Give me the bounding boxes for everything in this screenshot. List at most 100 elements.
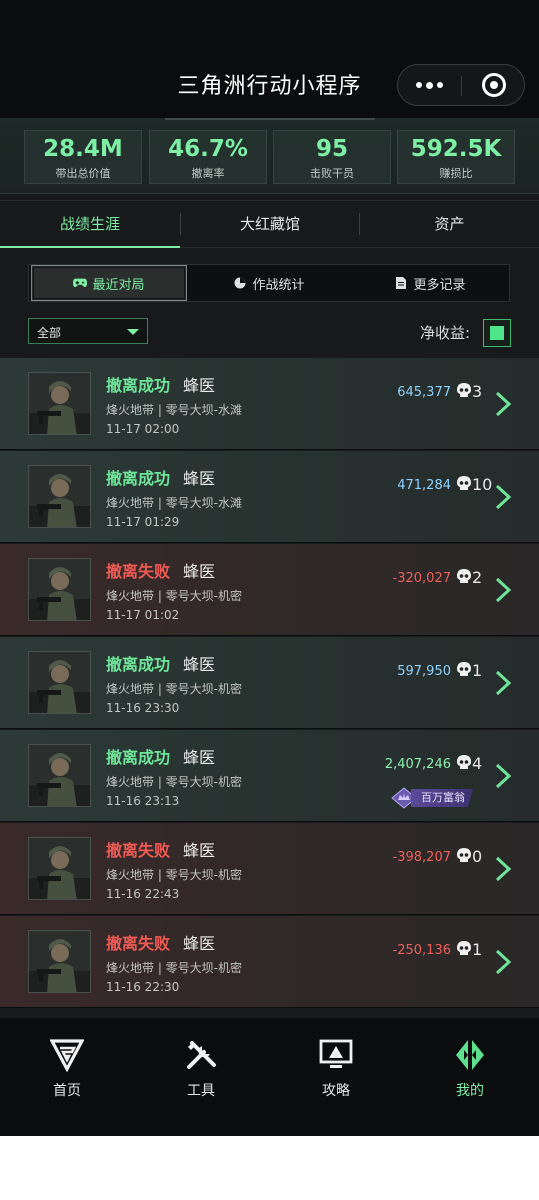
stat-kills: 95 击败干员 xyxy=(273,130,391,184)
net-income-value: -320,027 xyxy=(392,571,451,586)
operator-avatar xyxy=(28,651,91,714)
net-income-value: 471,284 xyxy=(397,478,451,493)
tab-collection[interactable]: 大红藏馆 xyxy=(181,201,359,247)
map-info: 烽火地带 | 零号大坝-机密 xyxy=(106,775,243,789)
millionaire-badge: 百万富翁 xyxy=(391,787,473,809)
nav-guides[interactable]: 攻略 xyxy=(269,1018,403,1136)
skull-icon xyxy=(457,476,471,490)
net-income-value: 645,377 xyxy=(397,385,451,400)
subtab-combat-stats[interactable]: 作战统计 xyxy=(189,265,349,301)
net-income-checkbox[interactable] xyxy=(483,319,511,347)
stat-value: 95 xyxy=(315,136,348,162)
map-info: 烽火地带 | 零号大坝-水滩 xyxy=(106,496,243,510)
home-logo-icon xyxy=(50,1039,84,1072)
tab-assets[interactable]: 资产 xyxy=(360,201,539,247)
match-time: 11-16 22:43 xyxy=(106,887,180,901)
map-info: 烽火地带 | 零号大坝-机密 xyxy=(106,868,243,882)
subtab-more-records[interactable]: 更多记录 xyxy=(351,265,509,301)
chevron-right-icon[interactable] xyxy=(494,670,512,696)
match-time: 11-16 23:13 xyxy=(106,794,180,808)
operator-avatar xyxy=(28,837,91,900)
dropdown-value: 全部 xyxy=(37,326,62,340)
match-row[interactable]: 撤离失败 蜂医 烽火地带 | 零号大坝-机密 11-17 01:02 -320,027 2 xyxy=(0,544,539,636)
title-bar: 三角洲行动小程序 xyxy=(0,0,539,118)
tab-label: 战绩生涯 xyxy=(59,215,120,233)
operator-name: 蜂医 xyxy=(183,376,216,395)
extract-status: 撤离成功 xyxy=(106,376,171,395)
kill-count: 2 xyxy=(472,568,483,587)
nav-profile[interactable]: 我的 xyxy=(403,1018,537,1136)
stat-label: 击败干员 xyxy=(310,167,354,180)
more-menu-icon[interactable] xyxy=(398,65,461,105)
extract-status: 撤离成功 xyxy=(106,655,171,674)
stat-total-value: 28.4M 带出总价值 xyxy=(24,130,142,184)
pie-chart-icon xyxy=(234,277,246,289)
operator-name: 蜂医 xyxy=(183,562,216,581)
stat-label: 撤离率 xyxy=(191,167,225,180)
match-time: 11-17 01:29 xyxy=(106,515,180,529)
match-row[interactable]: 撤离失败 蜂医 烽火地带 | 零号大坝-机密 11-16 22:30 -250,136 1 xyxy=(0,916,539,1008)
net-income-value: 2,407,246 xyxy=(384,757,451,772)
guide-monitor-icon xyxy=(319,1039,353,1068)
subtab-label: 更多记录 xyxy=(413,277,466,293)
match-time: 11-16 23:30 xyxy=(106,701,180,715)
chevron-right-icon[interactable] xyxy=(494,391,512,417)
match-row[interactable]: 撤离失败 蜂医 烽火地带 | 零号大坝-机密 11-16 22:43 -398,207 0 xyxy=(0,823,539,915)
match-row[interactable]: 撤离成功 蜂医 烽火地带 | 零号大坝-水滩 11-17 01:29 471,284 10 xyxy=(0,451,539,543)
miniprogram-capsule xyxy=(397,64,525,106)
extract-status: 撤离失败 xyxy=(106,841,171,860)
stat-value: 46.7% xyxy=(168,136,248,162)
nav-label: 我的 xyxy=(456,1083,484,1099)
profile-logo-icon xyxy=(456,1040,484,1070)
stat-label: 赚损比 xyxy=(439,167,473,180)
net-income-value: -250,136 xyxy=(392,943,451,958)
chevron-right-icon[interactable] xyxy=(494,856,512,882)
match-row[interactable]: 撤离成功 蜂医 烽火地带 | 零号大坝-水滩 11-17 02:00 645,377 3 xyxy=(0,358,539,450)
nav-label: 工具 xyxy=(187,1083,215,1099)
chevron-right-icon[interactable] xyxy=(494,949,512,975)
chevron-right-icon[interactable] xyxy=(494,484,512,510)
nav-tools[interactable]: 工具 xyxy=(134,1018,268,1136)
kill-count: 0 xyxy=(472,847,483,866)
map-info: 烽火地带 | 零号大坝-机密 xyxy=(106,682,243,696)
operator-name: 蜂医 xyxy=(183,469,216,488)
map-info: 烽火地带 | 零号大坝-机密 xyxy=(106,589,243,603)
chevron-right-icon[interactable] xyxy=(494,763,512,789)
nav-label: 首页 xyxy=(53,1083,81,1099)
stat-value: 28.4M xyxy=(43,136,123,162)
subtab-label: 最近对局 xyxy=(92,277,145,293)
net-income-value: 597,950 xyxy=(397,664,451,679)
match-time: 11-16 22:30 xyxy=(106,980,180,994)
subtab-recent-matches[interactable]: 最近对局 xyxy=(31,265,187,301)
close-miniprogram-icon[interactable] xyxy=(462,65,525,105)
tab-career[interactable]: 战绩生涯 xyxy=(0,201,180,248)
checkbox-fill xyxy=(490,326,504,340)
skull-icon xyxy=(457,383,471,397)
map-info: 烽火地带 | 零号大坝-水滩 xyxy=(106,403,243,417)
map-info: 烽火地带 | 零号大坝-机密 xyxy=(106,961,243,975)
match-row[interactable]: 撤离成功 蜂医 烽火地带 | 零号大坝-机密 11-16 23:13 2,407,246… xyxy=(0,730,539,822)
tab-label: 资产 xyxy=(434,215,465,233)
operator-avatar xyxy=(28,558,91,621)
subtab-label: 作战统计 xyxy=(252,277,305,293)
net-income-value: -398,207 xyxy=(392,850,451,865)
match-time: 11-17 02:00 xyxy=(106,422,180,436)
operator-avatar xyxy=(28,744,91,807)
extract-status: 撤离成功 xyxy=(106,469,171,488)
skull-icon xyxy=(457,755,471,769)
nav-home[interactable]: 首页 xyxy=(0,1018,134,1136)
operator-name: 蜂医 xyxy=(183,748,216,767)
document-icon xyxy=(396,277,407,289)
skull-icon xyxy=(457,569,471,583)
kill-count: 4 xyxy=(472,754,483,773)
badge-label: 百万富翁 xyxy=(411,789,473,807)
stat-value: 592.5K xyxy=(410,136,502,162)
match-row[interactable]: 撤离成功 蜂医 烽火地带 | 零号大坝-机密 11-16 23:30 597,950 1 xyxy=(0,637,539,729)
chevron-right-icon[interactable] xyxy=(494,577,512,603)
chevron-down-icon xyxy=(127,329,139,335)
bottom-nav-bar: 首页 工具 攻略 我的 xyxy=(0,1018,539,1136)
operator-name: 蜂医 xyxy=(183,655,216,674)
tools-icon xyxy=(187,1041,216,1069)
skull-icon xyxy=(457,848,471,862)
mode-filter-dropdown[interactable]: 全部 xyxy=(28,318,148,344)
